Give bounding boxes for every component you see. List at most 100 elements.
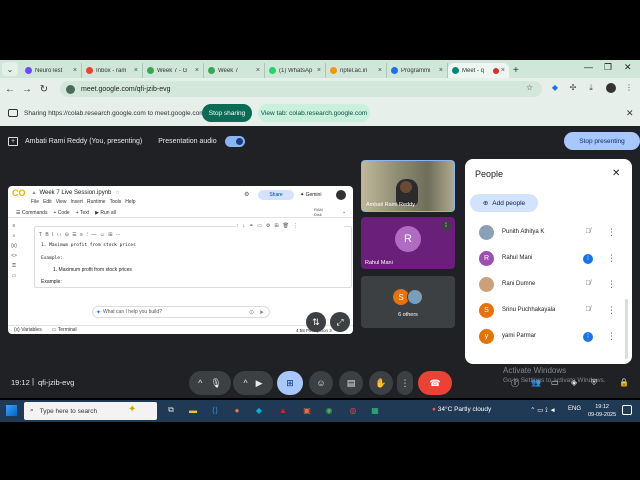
more-options-icon[interactable]: ⋮	[607, 331, 616, 342]
back-icon[interactable]: ←	[3, 84, 17, 95]
participant-tile-rahul[interactable]: R ⁞ Rahul Mani	[361, 217, 455, 269]
chevron-down-icon[interactable]: ⌄	[342, 209, 346, 215]
tab-week7[interactable]: Week 7 ×	[204, 63, 265, 78]
link-icon[interactable]: ⚭	[249, 223, 253, 229]
menu-runtime[interactable]: Runtime	[87, 199, 106, 205]
presentation-audio-toggle[interactable]	[224, 135, 245, 147]
menu-edit[interactable]: Edit	[43, 199, 52, 205]
extension-icon[interactable]: ◆	[550, 83, 560, 93]
forward-icon[interactable]: →	[20, 84, 34, 95]
menu-kebab-icon[interactable]: ⋮	[624, 83, 634, 93]
tab-whatsapp[interactable]: (1) WhatsAp ×	[265, 63, 326, 78]
mic-button[interactable]: ^ 🎙	[189, 371, 231, 395]
participant-row[interactable]: Punith Athitya K 🎙̸ ⋮	[465, 220, 625, 246]
camera-button[interactable]: ^ ▶	[233, 371, 273, 395]
more-options-icon[interactable]: ⋮	[607, 305, 616, 316]
tab-week7-g[interactable]: Week 7 - G ×	[143, 63, 204, 78]
participant-row[interactable]: R Rahul Mani ⁞ ⋮	[465, 246, 625, 272]
move-up-icon[interactable]: ↑	[236, 223, 239, 229]
avatar[interactable]	[336, 190, 346, 200]
more-options-icon[interactable]: ⋮	[607, 279, 616, 290]
comment-icon[interactable]: ▭	[257, 223, 262, 229]
close-icon[interactable]: ×	[378, 67, 382, 74]
pin-icon[interactable]: ⇅	[306, 312, 326, 332]
participant-row[interactable]: S Srinu Puchhakayala 🎙̸ ⋮	[465, 298, 625, 324]
extensions-puzzle-icon[interactable]: ✣	[568, 83, 578, 93]
profile-avatar[interactable]	[606, 83, 616, 93]
app-icon[interactable]: ◆	[252, 403, 266, 417]
maximize-icon[interactable]: ❐	[604, 62, 612, 73]
variables-icon[interactable]: {x}	[11, 243, 17, 249]
tab-nptel[interactable]: nptel.ac.in ×	[326, 63, 387, 78]
address-bar[interactable]: meet.google.com/qfi-jzib-evg ☆	[60, 81, 542, 97]
add-code-button[interactable]: + Code	[53, 210, 69, 216]
close-icon[interactable]: ✕	[612, 168, 620, 179]
vscode-icon[interactable]: ⟨⟩	[208, 403, 222, 417]
tab-neurotest[interactable]: NeuroTest ×	[21, 63, 82, 78]
close-icon[interactable]: ×	[256, 67, 260, 74]
gemini-button[interactable]: ✦ Gemini	[300, 192, 321, 198]
participant-row[interactable]: Rani Dumne 🎙̸ ⋮	[465, 272, 625, 298]
run-all-button[interactable]: ▶ Run all	[95, 210, 116, 216]
participant-tile-others[interactable]: S 6 others	[361, 276, 455, 328]
menu-view[interactable]: View	[56, 199, 67, 205]
menu-file[interactable]: File	[31, 199, 39, 205]
taskbar-search-input[interactable]: ⌕ Type here to search ✦	[24, 402, 157, 420]
tab-inbox[interactable]: Inbox - ram ×	[82, 63, 143, 78]
present-button[interactable]: ⊞	[277, 371, 303, 395]
close-icon[interactable]: ×	[317, 67, 321, 74]
window-close-icon[interactable]: ✕	[624, 62, 632, 73]
minimize-icon[interactable]: —	[584, 62, 593, 72]
view-tab-button[interactable]: View tab: colab.research.google.com	[258, 104, 370, 122]
close-icon[interactable]: ×	[439, 67, 443, 74]
system-tray-icons[interactable]: ⌃ ▭ ⟟ ◄	[530, 406, 556, 415]
terminal-tab[interactable]: ▭ Terminal	[52, 327, 77, 333]
toc-icon[interactable]: ≡	[13, 223, 16, 229]
reload-icon[interactable]: ↻	[37, 84, 51, 95]
task-view-icon[interactable]: ⧉	[164, 403, 178, 417]
language-indicator[interactable]: ENG	[568, 406, 581, 412]
tab-meet[interactable]: Meet - q ×	[448, 63, 509, 78]
weather-widget[interactable]: ● 34°C Partly cloudy	[432, 406, 491, 413]
close-icon[interactable]: ×	[73, 67, 77, 74]
tab-programming[interactable]: Programmi ×	[387, 63, 448, 78]
variables-tab[interactable]: {x} Variables	[14, 327, 42, 333]
participant-tile-ambati[interactable]: Ambati Rami Reddy	[361, 160, 455, 212]
leave-call-button[interactable]: ☎	[418, 371, 452, 395]
menu-tools[interactable]: Tools	[110, 199, 122, 205]
more-options-icon[interactable]: ⋮	[607, 253, 616, 264]
lock-icon[interactable]: 🔒	[619, 378, 629, 387]
commands-button[interactable]: ☰ Commands	[16, 210, 47, 216]
stop-sharing-button[interactable]: Stop sharing	[202, 104, 252, 122]
colab-share-button[interactable]: Share	[258, 190, 294, 200]
add-text-button[interactable]: + Text	[76, 210, 89, 216]
settings-icon[interactable]: ⊙	[249, 309, 254, 316]
app-icon[interactable]: ◎	[346, 403, 360, 417]
scrollbar[interactable]	[625, 299, 628, 359]
folder-icon[interactable]: ▭	[12, 273, 17, 279]
more-options-button[interactable]: ⋮	[397, 371, 413, 395]
powerpoint-icon[interactable]: ▣	[300, 403, 314, 417]
notification-icon[interactable]	[622, 405, 632, 415]
send-icon[interactable]: ➤	[259, 309, 264, 316]
close-icon[interactable]: ×	[195, 67, 199, 74]
close-icon[interactable]: ✕	[626, 108, 634, 119]
site-info-icon[interactable]	[66, 84, 75, 94]
close-icon[interactable]: ×	[501, 67, 505, 74]
raise-hand-button[interactable]: ✋	[369, 371, 393, 395]
menu-insert[interactable]: Insert	[70, 199, 83, 205]
gemini-prompt-box[interactable]: ✦ What can I help you build? ⊙ ➤	[92, 306, 270, 318]
firefox-icon[interactable]: ●	[230, 403, 244, 417]
more-icon[interactable]: ⋮	[293, 223, 298, 229]
new-tab-button[interactable]: +	[513, 63, 519, 78]
mirror-icon[interactable]: ⊞	[274, 223, 278, 229]
move-down-icon[interactable]: ↓	[243, 223, 246, 229]
bookmark-star-icon[interactable]: ☆	[526, 83, 533, 92]
chrome-icon[interactable]: ◉	[322, 403, 336, 417]
add-people-button[interactable]: ⊕ Add people	[470, 194, 538, 212]
notebook-title[interactable]: Week 7 Live Session.ipynb	[39, 190, 111, 196]
close-icon[interactable]: ×	[134, 67, 138, 74]
fullscreen-icon[interactable]: ⤢	[330, 312, 350, 332]
delete-icon[interactable]: 🗑	[283, 223, 289, 229]
app-icon[interactable]: ▦	[368, 403, 382, 417]
